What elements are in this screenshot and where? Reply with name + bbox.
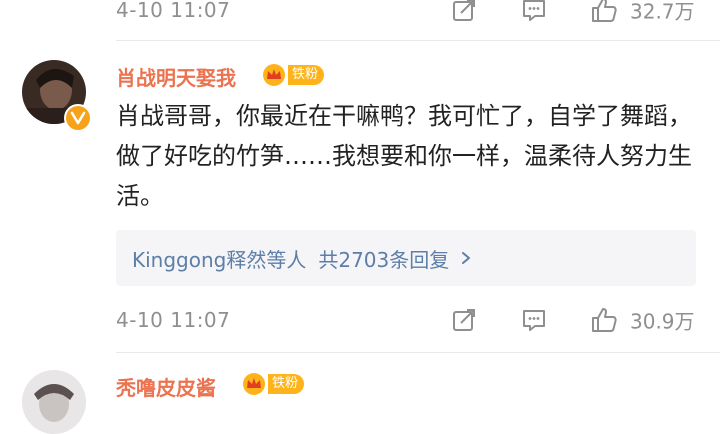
crown-icon xyxy=(263,64,285,86)
comment-time: 4-10 11:07 xyxy=(116,308,231,332)
fan-badge: 铁粉 xyxy=(262,63,325,87)
divider xyxy=(116,40,720,41)
comment-text: 肖战哥哥，你最近在干嘛鸭？我可忙了，自学了舞蹈，做了好吃的竹笋……我想要和你一样… xyxy=(116,102,692,210)
like-count: 32.7万 xyxy=(630,0,695,24)
fan-badge-label: 铁粉 xyxy=(268,374,305,394)
fan-badge: 铁粉 xyxy=(242,372,305,396)
reply-summary[interactable]: Kinggong释然等人 共2703条回复 xyxy=(116,230,696,286)
share-icon[interactable] xyxy=(450,0,478,24)
like-icon[interactable] xyxy=(590,306,618,334)
chevron-right-icon xyxy=(459,251,473,265)
comment-username[interactable]: 秃噜皮皮酱 xyxy=(116,372,216,401)
verified-badge-icon xyxy=(64,104,92,132)
reply-count: 共2703条回复 xyxy=(318,247,450,272)
comment-username[interactable]: 肖战明天娶我 xyxy=(116,62,236,91)
avatar[interactable] xyxy=(22,370,86,434)
comment-icon[interactable] xyxy=(520,306,548,334)
share-icon[interactable] xyxy=(450,306,478,334)
fan-badge-label: 铁粉 xyxy=(288,65,325,85)
reply-users: Kinggong释然等人 xyxy=(132,247,307,272)
like-icon[interactable] xyxy=(590,0,618,24)
comment-icon[interactable] xyxy=(520,0,548,24)
crown-icon xyxy=(243,373,265,395)
divider xyxy=(116,352,720,353)
comment-meta-row: 4-10 11:07 30.9万 xyxy=(0,300,720,340)
comment-meta-row: 4-10 11:07 32.7万 xyxy=(0,0,720,30)
comment-time: 4-10 11:07 xyxy=(116,0,231,22)
like-count: 30.9万 xyxy=(630,309,695,334)
